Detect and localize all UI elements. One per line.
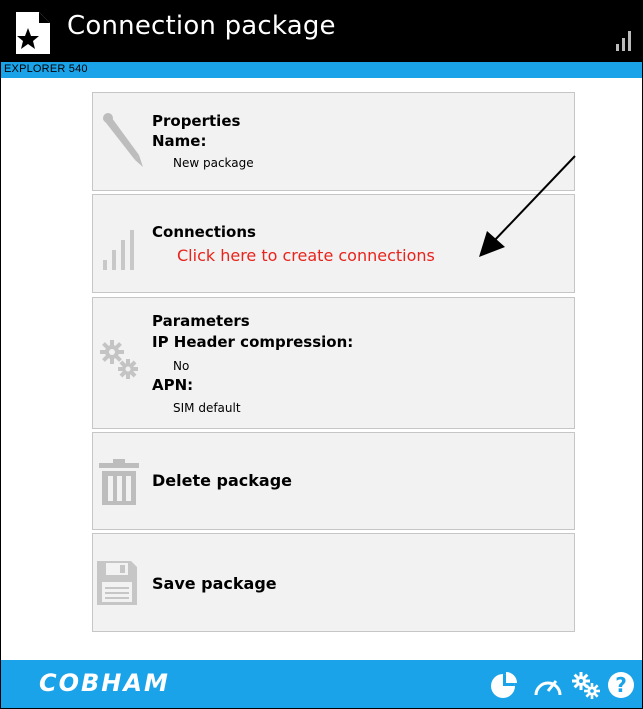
gauge-icon[interactable]: [533, 671, 563, 699]
brand-logo: COBHAM: [39, 669, 170, 697]
ip-header-compression-value: No: [173, 359, 190, 373]
app-window: Connection package EXPLORER 540 Properti…: [0, 0, 643, 709]
signal-icon: [616, 31, 631, 51]
ip-header-compression-label: IP Header compression:: [152, 333, 354, 351]
save-package-label: Save package: [152, 574, 277, 593]
device-name: EXPLORER 540: [4, 63, 88, 75]
floppy-icon: [97, 561, 137, 605]
page-title: Connection package: [67, 11, 336, 41]
svg-text:?: ?: [615, 673, 627, 697]
name-label: Name:: [152, 132, 207, 150]
signal-bars-icon: [103, 230, 134, 270]
parameters-card[interactable]: Parameters IP Header compression: No APN…: [92, 297, 575, 429]
apn-label: APN:: [152, 376, 194, 394]
properties-heading: Properties: [152, 112, 241, 130]
settings-icon[interactable]: [571, 671, 601, 699]
footer-bar: COBHAM ?: [1, 660, 642, 708]
name-value: New package: [173, 156, 254, 170]
delete-package-label: Delete package: [152, 471, 293, 490]
apn-value: SIM default: [173, 401, 241, 415]
create-connections-link[interactable]: Click here to create connections: [177, 246, 435, 265]
parameters-heading: Parameters: [152, 312, 250, 330]
document-star-icon: [16, 12, 50, 54]
help-icon[interactable]: ?: [607, 671, 637, 699]
pen-icon: [103, 113, 143, 167]
save-package-card[interactable]: Save package: [92, 533, 575, 632]
title-bar: Connection package: [1, 1, 642, 62]
delete-package-card[interactable]: Delete package: [92, 432, 575, 530]
gears-icon: [100, 340, 138, 379]
device-bar: EXPLORER 540: [1, 62, 642, 78]
annotation-arrow: [479, 155, 576, 257]
trash-icon: [99, 459, 139, 505]
pie-chart-icon[interactable]: [489, 671, 519, 699]
connections-heading: Connections: [152, 223, 256, 241]
